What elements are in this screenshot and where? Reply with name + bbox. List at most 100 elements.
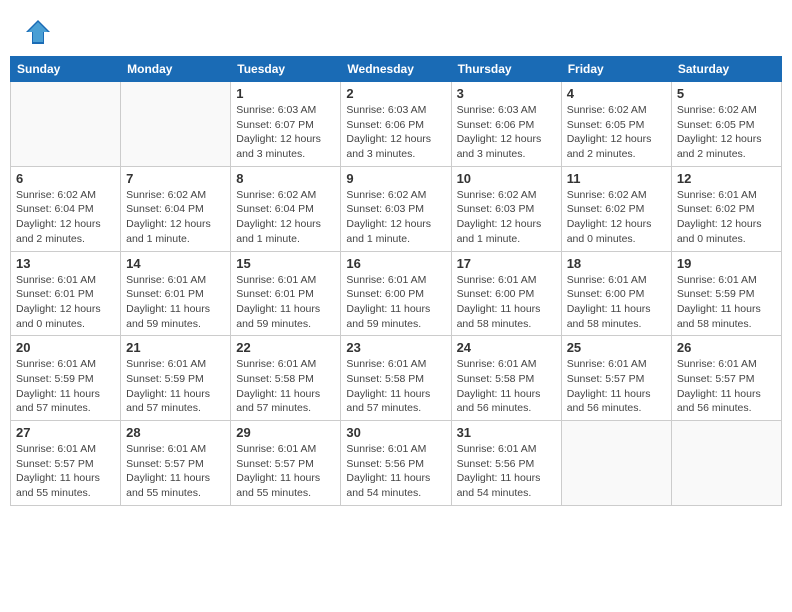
calendar-cell: 3Sunrise: 6:03 AM Sunset: 6:06 PM Daylig… xyxy=(451,82,561,167)
day-number: 26 xyxy=(677,340,776,355)
day-number: 23 xyxy=(346,340,445,355)
calendar-cell: 5 Sunrise: 6:02 AM Sunset: 6:05 PM Daylig… xyxy=(671,82,781,167)
day-info: Sunrise: 6:01 AM Sunset: 5:57 PM Dayligh… xyxy=(677,357,776,416)
calendar-cell: 16 Sunrise: 6:01 AM Sunset: 6:00 PM Dayli… xyxy=(341,251,451,336)
calendar-cell xyxy=(561,421,671,506)
day-number: 6 xyxy=(16,171,115,186)
day-number: 29 xyxy=(236,425,335,440)
day-number: 12 xyxy=(677,171,776,186)
calendar-week-row: 20 Sunrise: 6:01 AM Sunset: 5:59 PM Dayli… xyxy=(11,336,782,421)
calendar-cell: 18 Sunrise: 6:01 AM Sunset: 6:00 PM Dayli… xyxy=(561,251,671,336)
day-number: 21 xyxy=(126,340,225,355)
day-number: 20 xyxy=(16,340,115,355)
calendar-header-wednesday: Wednesday xyxy=(341,57,451,82)
day-number: 19 xyxy=(677,256,776,271)
day-number: 22 xyxy=(236,340,335,355)
day-number: 28 xyxy=(126,425,225,440)
day-info: Sunrise: 6:01 AM Sunset: 6:00 PM Dayligh… xyxy=(567,273,666,332)
calendar-cell: 23 Sunrise: 6:01 AM Sunset: 5:58 PM Dayli… xyxy=(341,336,451,421)
page-header xyxy=(10,10,782,51)
calendar-cell: 12Sunrise: 6:01 AM Sunset: 6:02 PM Dayli… xyxy=(671,166,781,251)
day-info: Sunrise: 6:03 AM Sunset: 6:07 PM Dayligh… xyxy=(236,103,335,162)
day-number: 5 xyxy=(677,86,776,101)
calendar-cell: 14 Sunrise: 6:01 AM Sunset: 6:01 PM Dayli… xyxy=(121,251,231,336)
day-number: 18 xyxy=(567,256,666,271)
day-number: 7 xyxy=(126,171,225,186)
day-number: 13 xyxy=(16,256,115,271)
calendar-cell xyxy=(671,421,781,506)
day-info: Sunrise: 6:02 AM Sunset: 6:03 PM Dayligh… xyxy=(457,188,556,247)
calendar-cell: 25Sunrise: 6:01 AM Sunset: 5:57 PM Dayli… xyxy=(561,336,671,421)
calendar-cell: 8 Sunrise: 6:02 AM Sunset: 6:04 PM Daylig… xyxy=(231,166,341,251)
day-info: Sunrise: 6:02 AM Sunset: 6:04 PM Dayligh… xyxy=(16,188,115,247)
calendar-cell: 20 Sunrise: 6:01 AM Sunset: 5:59 PM Dayli… xyxy=(11,336,121,421)
day-number: 4 xyxy=(567,86,666,101)
day-info: Sunrise: 6:01 AM Sunset: 5:59 PM Dayligh… xyxy=(16,357,115,416)
day-info: Sunrise: 6:02 AM Sunset: 6:05 PM Dayligh… xyxy=(567,103,666,162)
calendar-table: SundayMondayTuesdayWednesdayThursdayFrid… xyxy=(10,56,782,506)
calendar-cell: 31Sunrise: 6:01 AM Sunset: 5:56 PM Dayli… xyxy=(451,421,561,506)
day-info: Sunrise: 6:02 AM Sunset: 6:04 PM Dayligh… xyxy=(236,188,335,247)
calendar-cell: 2 Sunrise: 6:03 AM Sunset: 6:06 PM Daylig… xyxy=(341,82,451,167)
calendar-cell: 24Sunrise: 6:01 AM Sunset: 5:58 PM Dayli… xyxy=(451,336,561,421)
day-info: Sunrise: 6:01 AM Sunset: 5:57 PM Dayligh… xyxy=(126,442,225,501)
calendar-cell: 30Sunrise: 6:01 AM Sunset: 5:56 PM Dayli… xyxy=(341,421,451,506)
day-info: Sunrise: 6:01 AM Sunset: 6:00 PM Dayligh… xyxy=(457,273,556,332)
calendar-week-row: 1 Sunrise: 6:03 AM Sunset: 6:07 PM Daylig… xyxy=(11,82,782,167)
calendar-cell: 22 Sunrise: 6:01 AM Sunset: 5:58 PM Dayli… xyxy=(231,336,341,421)
logo xyxy=(20,18,52,46)
day-info: Sunrise: 6:01 AM Sunset: 5:57 PM Dayligh… xyxy=(236,442,335,501)
calendar-cell: 15Sunrise: 6:01 AM Sunset: 6:01 PM Dayli… xyxy=(231,251,341,336)
calendar-cell: 7 Sunrise: 6:02 AM Sunset: 6:04 PM Daylig… xyxy=(121,166,231,251)
calendar-cell: 11 Sunrise: 6:02 AM Sunset: 6:02 PM Dayli… xyxy=(561,166,671,251)
day-number: 1 xyxy=(236,86,335,101)
calendar-header-friday: Friday xyxy=(561,57,671,82)
day-number: 8 xyxy=(236,171,335,186)
day-number: 2 xyxy=(346,86,445,101)
calendar-cell: 29 Sunrise: 6:01 AM Sunset: 5:57 PM Dayli… xyxy=(231,421,341,506)
day-info: Sunrise: 6:01 AM Sunset: 6:01 PM Dayligh… xyxy=(236,273,335,332)
calendar-header-sunday: Sunday xyxy=(11,57,121,82)
day-info: Sunrise: 6:02 AM Sunset: 6:03 PM Dayligh… xyxy=(346,188,445,247)
calendar-cell: 4 Sunrise: 6:02 AM Sunset: 6:05 PM Daylig… xyxy=(561,82,671,167)
day-info: Sunrise: 6:01 AM Sunset: 6:01 PM Dayligh… xyxy=(126,273,225,332)
calendar-cell: 1 Sunrise: 6:03 AM Sunset: 6:07 PM Daylig… xyxy=(231,82,341,167)
calendar-header-row: SundayMondayTuesdayWednesdayThursdayFrid… xyxy=(11,57,782,82)
day-info: Sunrise: 6:02 AM Sunset: 6:04 PM Dayligh… xyxy=(126,188,225,247)
calendar-cell: 9 Sunrise: 6:02 AM Sunset: 6:03 PM Daylig… xyxy=(341,166,451,251)
day-info: Sunrise: 6:02 AM Sunset: 6:05 PM Dayligh… xyxy=(677,103,776,162)
day-info: Sunrise: 6:01 AM Sunset: 5:57 PM Dayligh… xyxy=(16,442,115,501)
day-info: Sunrise: 6:01 AM Sunset: 5:58 PM Dayligh… xyxy=(346,357,445,416)
day-info: Sunrise: 6:01 AM Sunset: 6:00 PM Dayligh… xyxy=(346,273,445,332)
logo-icon xyxy=(24,18,52,46)
day-info: Sunrise: 6:02 AM Sunset: 6:02 PM Dayligh… xyxy=(567,188,666,247)
calendar-cell: 13 Sunrise: 6:01 AM Sunset: 6:01 PM Dayli… xyxy=(11,251,121,336)
calendar-week-row: 13 Sunrise: 6:01 AM Sunset: 6:01 PM Dayli… xyxy=(11,251,782,336)
day-number: 27 xyxy=(16,425,115,440)
day-number: 11 xyxy=(567,171,666,186)
calendar-cell xyxy=(121,82,231,167)
day-info: Sunrise: 6:01 AM Sunset: 5:59 PM Dayligh… xyxy=(677,273,776,332)
calendar-week-row: 27 Sunrise: 6:01 AM Sunset: 5:57 PM Dayli… xyxy=(11,421,782,506)
calendar-cell: 21 Sunrise: 6:01 AM Sunset: 5:59 PM Dayli… xyxy=(121,336,231,421)
day-number: 9 xyxy=(346,171,445,186)
day-info: Sunrise: 6:03 AM Sunset: 6:06 PM Dayligh… xyxy=(346,103,445,162)
calendar-cell: 10 Sunrise: 6:02 AM Sunset: 6:03 PM Dayli… xyxy=(451,166,561,251)
day-info: Sunrise: 6:03 AM Sunset: 6:06 PM Dayligh… xyxy=(457,103,556,162)
calendar-cell: 27 Sunrise: 6:01 AM Sunset: 5:57 PM Dayli… xyxy=(11,421,121,506)
day-number: 16 xyxy=(346,256,445,271)
day-number: 10 xyxy=(457,171,556,186)
day-number: 14 xyxy=(126,256,225,271)
day-info: Sunrise: 6:01 AM Sunset: 5:56 PM Dayligh… xyxy=(457,442,556,501)
calendar-header-thursday: Thursday xyxy=(451,57,561,82)
day-number: 30 xyxy=(346,425,445,440)
day-info: Sunrise: 6:01 AM Sunset: 5:58 PM Dayligh… xyxy=(236,357,335,416)
day-number: 17 xyxy=(457,256,556,271)
calendar-cell: 17 Sunrise: 6:01 AM Sunset: 6:00 PM Dayli… xyxy=(451,251,561,336)
day-info: Sunrise: 6:01 AM Sunset: 5:59 PM Dayligh… xyxy=(126,357,225,416)
calendar-header-saturday: Saturday xyxy=(671,57,781,82)
calendar-cell: 28 Sunrise: 6:01 AM Sunset: 5:57 PM Dayli… xyxy=(121,421,231,506)
day-info: Sunrise: 6:01 AM Sunset: 6:01 PM Dayligh… xyxy=(16,273,115,332)
day-info: Sunrise: 6:01 AM Sunset: 5:57 PM Dayligh… xyxy=(567,357,666,416)
calendar-cell: 19 Sunrise: 6:01 AM Sunset: 5:59 PM Dayli… xyxy=(671,251,781,336)
